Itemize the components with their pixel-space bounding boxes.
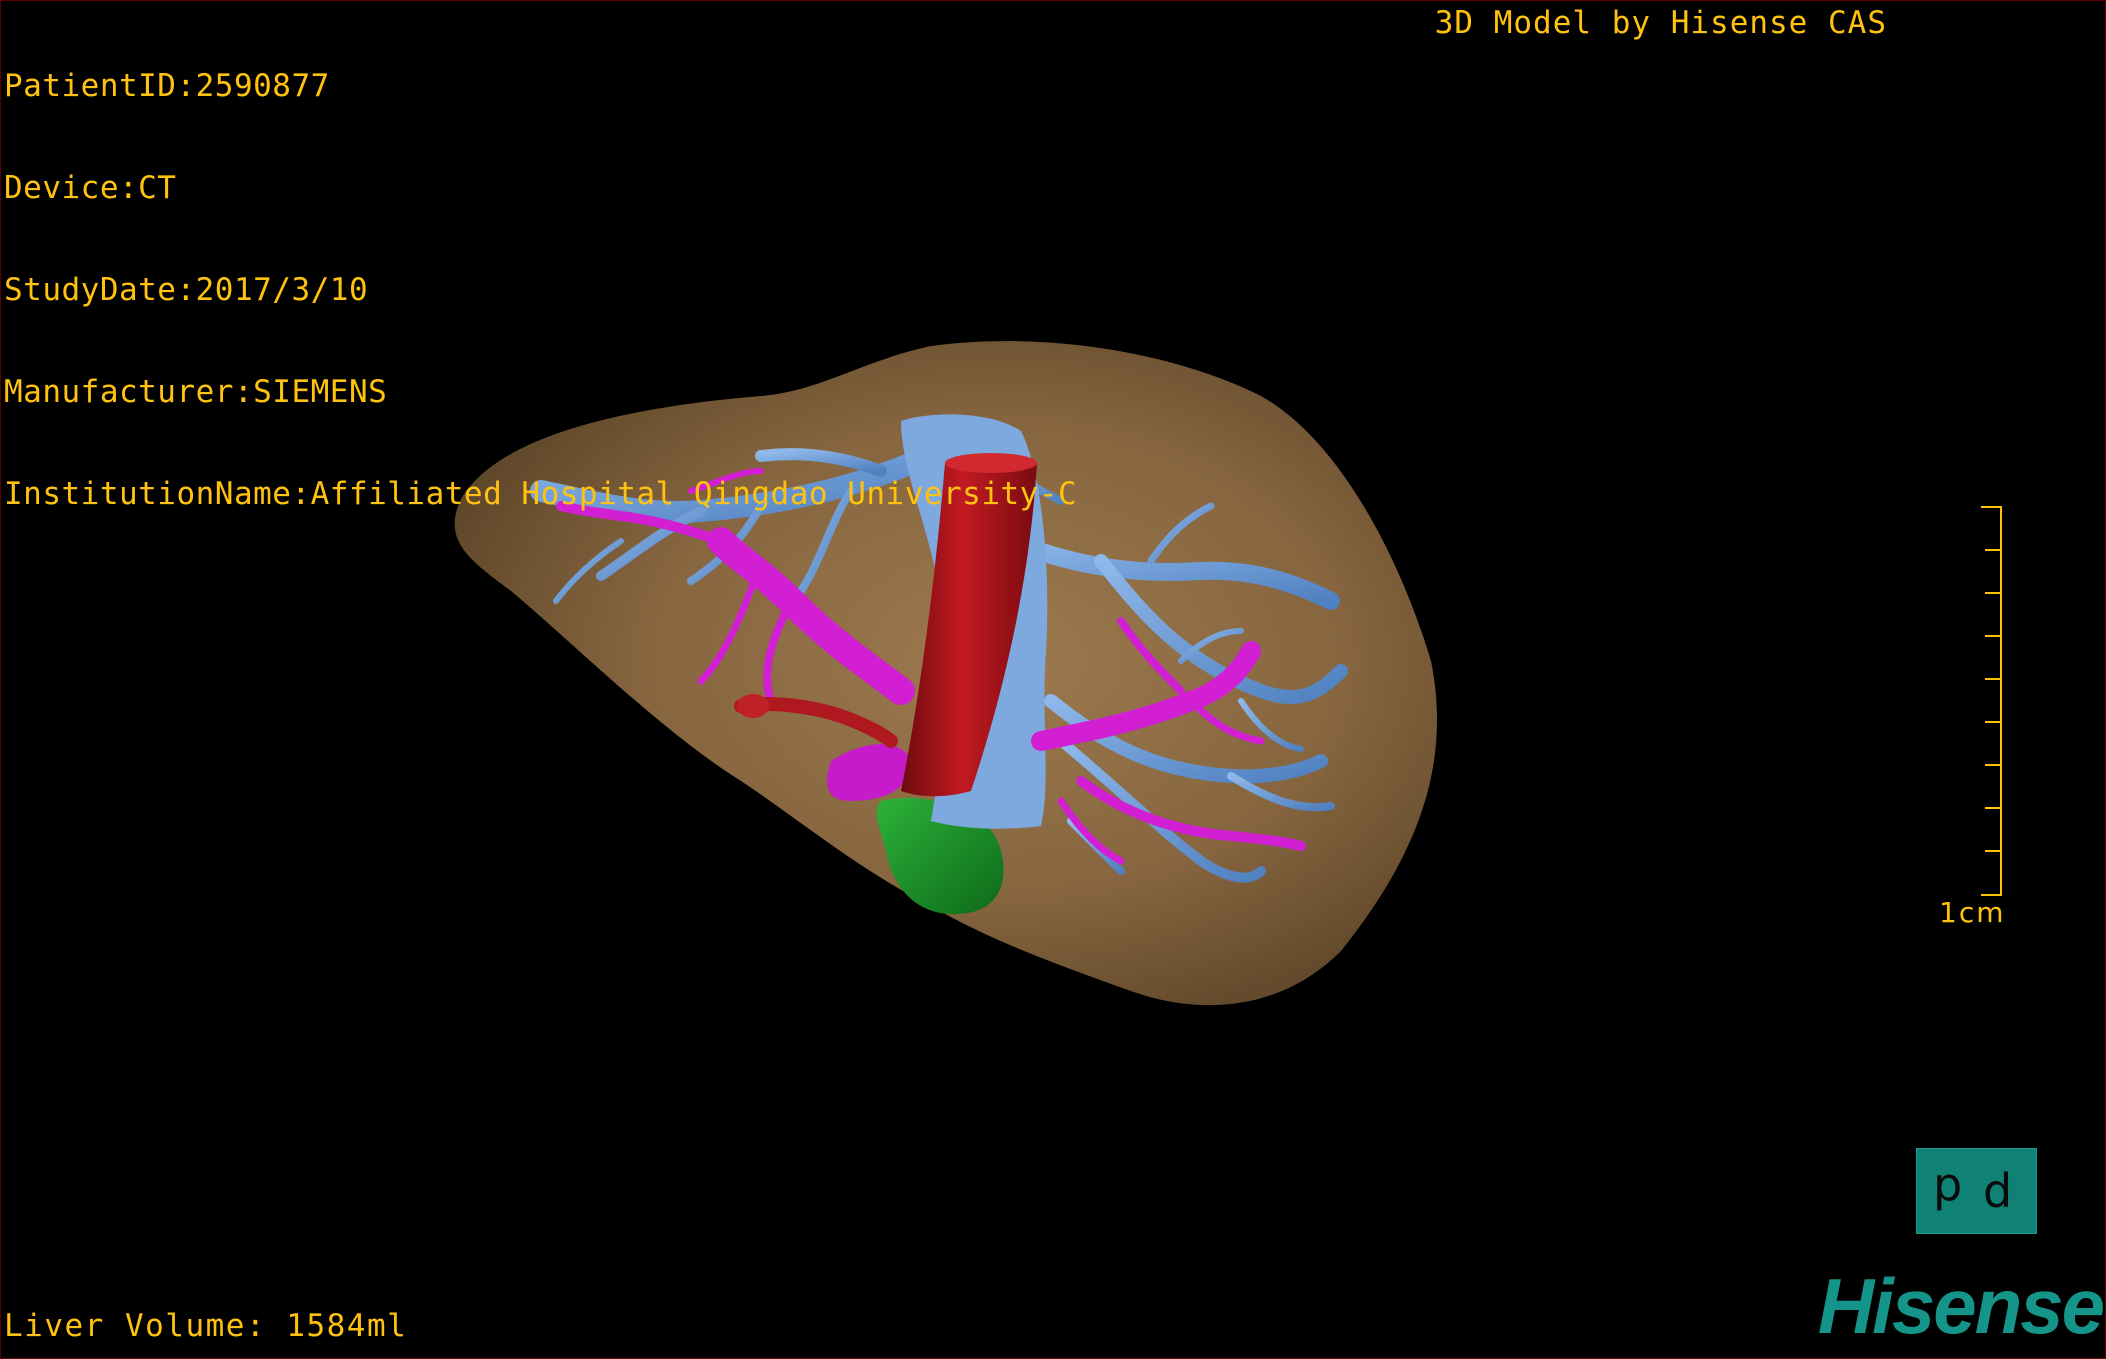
orientation-cube[interactable]: d d bbox=[1916, 1148, 2037, 1234]
3d-viewport[interactable]: PatientID:2590877 Device:CT StudyDate:20… bbox=[0, 0, 2106, 1359]
model-credit-label: 3D Model by Hisense CAS bbox=[1434, 5, 1887, 41]
dicom-info-overlay: PatientID:2590877 Device:CT StudyDate:20… bbox=[4, 1, 1077, 579]
hisense-logo: Hisense bbox=[1817, 1262, 2105, 1350]
study-date-label: StudyDate:2017/3/10 bbox=[4, 272, 369, 308]
device-label: Device:CT bbox=[4, 170, 177, 206]
scale-bar-label: 1cm bbox=[1939, 896, 2006, 929]
orientation-right-glyph: d bbox=[1983, 1164, 2013, 1218]
manufacturer-label: Manufacturer:SIEMENS bbox=[4, 374, 388, 410]
patient-id-label: PatientID:2590877 bbox=[4, 68, 330, 104]
institution-label: InstitutionName:Affiliated Hospital Qing… bbox=[4, 476, 1078, 512]
orientation-left-glyph: d bbox=[1933, 1164, 1963, 1218]
liver-volume-label: Liver Volume: 1584ml bbox=[4, 1308, 408, 1344]
scale-bar bbox=[1981, 506, 2002, 896]
